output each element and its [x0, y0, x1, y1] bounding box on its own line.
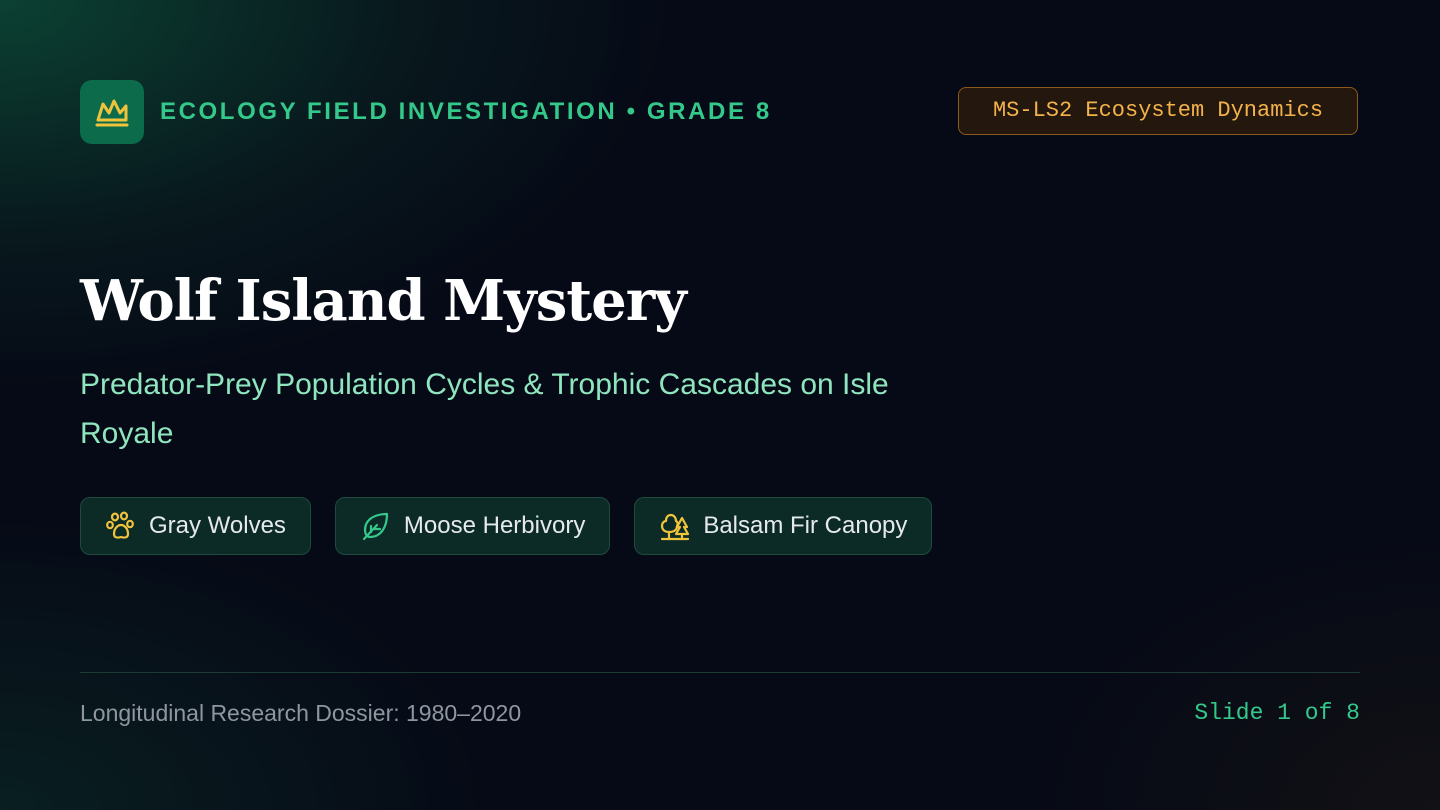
chip-moose-herbivory[interactable]: Moose Herbivory — [334, 497, 611, 555]
chip-label: Balsam Fir Canopy — [703, 512, 908, 539]
leaf-icon — [360, 510, 392, 542]
chip-gray-wolves[interactable]: Gray Wolves — [80, 497, 311, 555]
chip-balsam-fir-canopy[interactable]: Balsam Fir Canopy — [634, 497, 933, 555]
section-kicker: ECOLOGY FIELD INVESTIGATION • GRADE 8 — [160, 98, 772, 125]
chip-label: Gray Wolves — [149, 512, 286, 539]
page-subtitle: Predator-Prey Population Cycles & Trophi… — [80, 368, 889, 450]
paw-print-icon — [105, 510, 137, 542]
topic-chips: Gray Wolves Moose Herbivory Balsam Fir C… — [80, 497, 933, 555]
app-logo — [80, 80, 144, 144]
standard-badge: MS-LS2 Ecosystem Dynamics — [958, 87, 1358, 135]
dossier-caption: Longitudinal Research Dossier: 1980–2020 — [80, 700, 522, 726]
trees-icon — [659, 510, 691, 542]
slide-indicator: Slide 1 of 8 — [1194, 700, 1360, 726]
mountain-crown-icon — [95, 99, 129, 127]
page-title: Wolf Island Mystery — [80, 268, 687, 334]
chip-label: Moose Herbivory — [403, 512, 586, 539]
footer-divider — [80, 672, 1360, 673]
